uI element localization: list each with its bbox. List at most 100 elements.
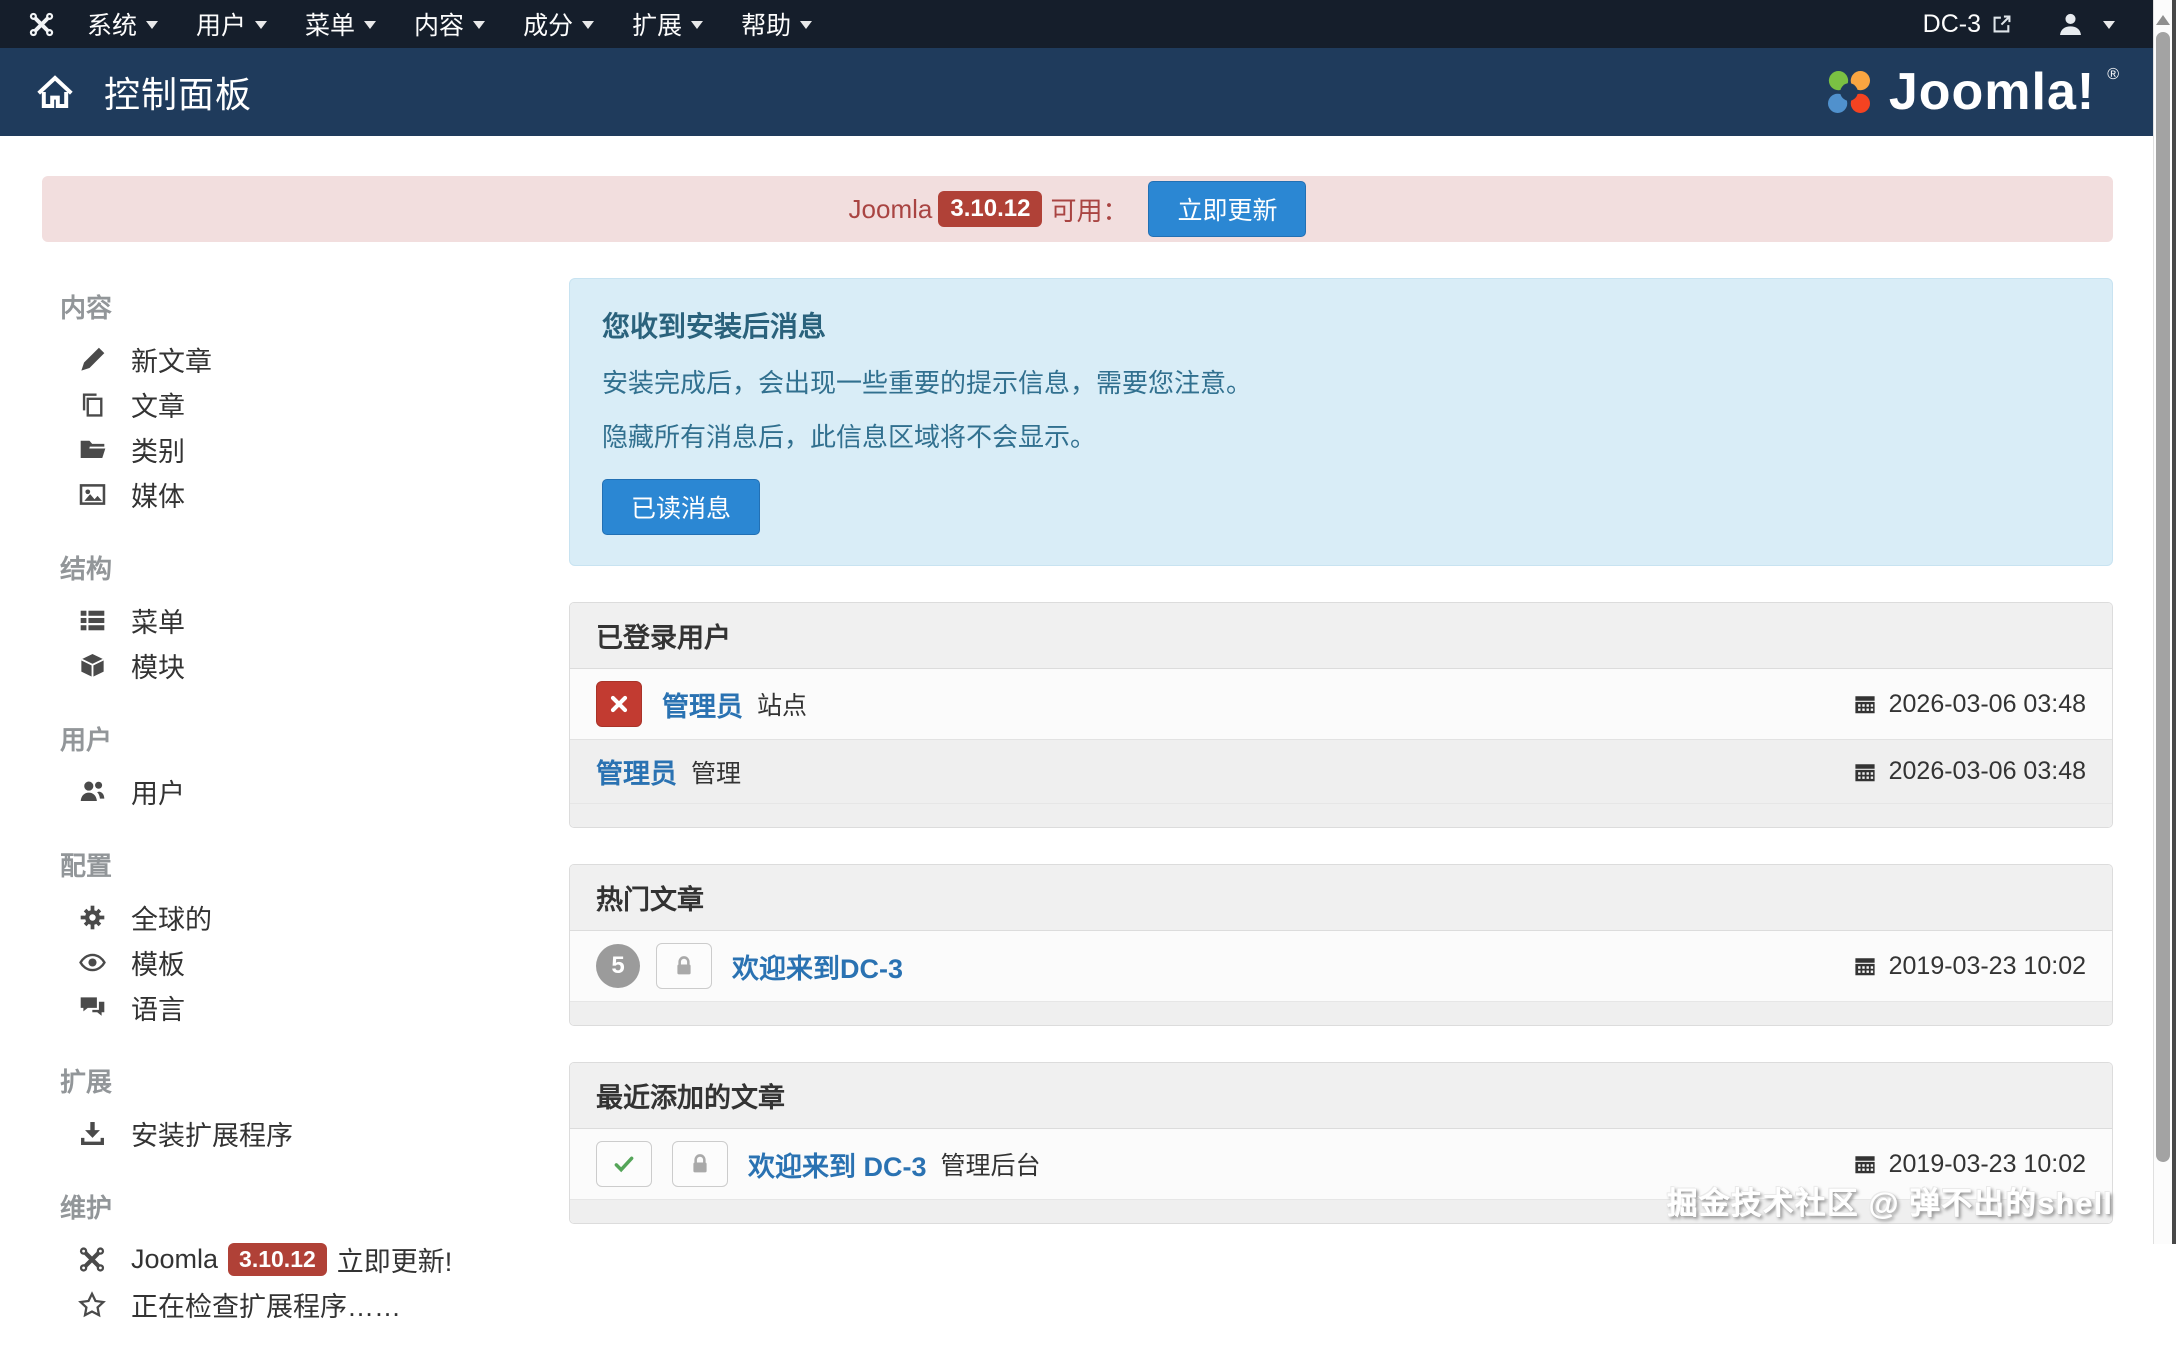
sidebar-item-global[interactable]: 全球的 [42, 895, 569, 940]
login-scope: 管理 [691, 754, 741, 790]
menu-menus-label: 菜单 [305, 6, 355, 42]
sidebar-item-label: 全球的 [131, 898, 212, 937]
checked-out-button[interactable] [672, 1141, 728, 1187]
section-title: 内容 [42, 284, 569, 337]
sidebar-item-menus[interactable]: 菜单 [42, 598, 569, 643]
sidebar-item-templates[interactable]: 模板 [42, 940, 569, 985]
section-title: 配置 [42, 842, 569, 895]
logout-user-button[interactable] [596, 681, 642, 727]
sidebar-item-label: 正在检查扩展程序…… [131, 1285, 401, 1324]
chevron-down-icon [691, 21, 703, 35]
scrollbar[interactable] [2153, 0, 2176, 1244]
user-link[interactable]: 管理员 [662, 685, 743, 724]
joomla-brand: Joomla! ® [1821, 64, 2119, 120]
sidebar-item-label: 模板 [131, 943, 185, 982]
sidebar-section-extensions: 扩展 安装扩展程序 [42, 1058, 569, 1156]
sidebar-item-modules[interactable]: 模块 [42, 643, 569, 688]
checked-out-button[interactable] [656, 943, 712, 989]
menu-menus[interactable]: 菜单 [293, 0, 388, 48]
menubar-right: DC-3 [1923, 10, 2125, 39]
sidebar-item-label: 新文章 [131, 340, 212, 379]
scroll-up-arrow-icon[interactable] [2156, 8, 2170, 25]
date-text: 2019-03-23 10:02 [1889, 952, 2086, 981]
menu-components[interactable]: 成分 [511, 0, 606, 48]
chevron-down-icon [473, 21, 485, 35]
sidebar-item-label: 媒体 [131, 475, 185, 514]
sidebar-item-categories[interactable]: 类别 [42, 427, 569, 472]
sidebar-item-media[interactable]: 媒体 [42, 472, 569, 517]
sidebar-item-new-article[interactable]: 新文章 [42, 337, 569, 382]
sidebar: 内容 新文章 文章 类别 媒体 结构 [42, 278, 569, 1355]
menu-users[interactable]: 用户 [184, 0, 279, 48]
home-icon [34, 71, 76, 113]
user-icon [2057, 11, 2084, 38]
table-row: 管理员 站点 2026-03-06 03:48 [570, 669, 2112, 739]
menu-users-label: 用户 [196, 6, 246, 42]
hits-badge: 5 [596, 944, 640, 988]
update-alert: Joomla 3.10.12 可用： 立即更新 [42, 176, 2113, 242]
article-link[interactable]: 欢迎来到 DC-3 [748, 1145, 927, 1184]
menu-system[interactable]: 系统 [75, 0, 170, 48]
article-date: 2019-03-23 10:02 [1853, 1150, 2086, 1179]
sidebar-item-label: 立即更新! [337, 1240, 453, 1279]
joomla-color-logo-icon [1821, 64, 1877, 120]
menu-extensions[interactable]: 扩展 [620, 0, 715, 48]
sidebar-item-checking-extensions[interactable]: 正在检查扩展程序…… [42, 1282, 569, 1327]
login-date: 2026-03-06 03:48 [1853, 690, 2086, 719]
chevron-down-icon [255, 21, 267, 35]
gear-icon [78, 904, 106, 931]
menu-help[interactable]: 帮助 [729, 0, 824, 48]
popular-articles-panel: 热门文章 5 欢迎来到DC-3 2019-03-23 10:02 [569, 864, 2113, 1026]
users-icon [78, 778, 106, 805]
sidebar-item-articles[interactable]: 文章 [42, 382, 569, 427]
sidebar-item-label: 用户 [131, 772, 185, 811]
menu-content[interactable]: 内容 [402, 0, 497, 48]
panel-footer-strip [570, 1001, 2112, 1025]
watermark: 掘金技术社区 @ 弹不出的shell [1667, 1178, 2113, 1223]
user-link[interactable]: 管理员 [596, 752, 677, 791]
joomla-admin-page: 系统 用户 菜单 内容 成分 扩展 帮助 DC-3 控制面板 Joomla! ® [0, 0, 2153, 1244]
close-icon [608, 693, 630, 715]
version-badge: 3.10.12 [228, 1243, 327, 1276]
user-menu[interactable] [2057, 11, 2115, 38]
date-text: 2019-03-23 10:02 [1889, 1150, 2086, 1179]
sidebar-item-label: Joomla [131, 1244, 218, 1275]
section-title: 结构 [42, 545, 569, 598]
update-alert-product: Joomla [849, 194, 933, 225]
panel-title: 已登录用户 [570, 603, 2112, 669]
scrollbar-thumb[interactable] [2156, 32, 2170, 1162]
panel-footer-strip [570, 803, 2112, 827]
article-date: 2019-03-23 10:02 [1853, 952, 2086, 981]
calendar-icon [1853, 1152, 1877, 1176]
chevron-down-icon [2103, 21, 2115, 35]
folder-icon [78, 436, 106, 463]
login-date: 2026-03-06 03:48 [1853, 757, 2086, 786]
sidebar-section-structure: 结构 菜单 模块 [42, 545, 569, 688]
view-site-link[interactable]: DC-3 [1923, 10, 2013, 39]
chevron-down-icon [582, 21, 594, 35]
sidebar-item-label: 菜单 [131, 601, 185, 640]
sidebar-item-language[interactable]: 语言 [42, 985, 569, 1030]
logged-in-users-panel: 已登录用户 管理员 站点 2026-03-06 03:48 管理员 管理 [569, 602, 2113, 828]
sidebar-item-install-extensions[interactable]: 安装扩展程序 [42, 1111, 569, 1156]
sidebar-item-users[interactable]: 用户 [42, 769, 569, 814]
article-link[interactable]: 欢迎来到DC-3 [732, 947, 903, 986]
lock-icon [688, 1152, 712, 1176]
menu-components-label: 成分 [523, 6, 573, 42]
published-button[interactable] [596, 1141, 652, 1187]
menu-extensions-label: 扩展 [632, 6, 682, 42]
section-title: 用户 [42, 716, 569, 769]
sidebar-section-configuration: 配置 全球的 模板 语言 [42, 842, 569, 1030]
postinstall-line2: 隐藏所有消息后，此信息区域将不会显示。 [602, 421, 2080, 453]
sidebar-section-maintenance: 维护 Joomla 3.10.12 立即更新! 正在检查扩展程序…… [42, 1184, 569, 1327]
date-text: 2026-03-06 03:48 [1889, 690, 2086, 719]
image-icon [78, 481, 106, 508]
update-now-button[interactable]: 立即更新 [1148, 181, 1306, 237]
chevron-down-icon [800, 21, 812, 35]
section-title: 维护 [42, 1184, 569, 1237]
login-scope: 站点 [757, 686, 807, 722]
sidebar-section-content: 内容 新文章 文章 类别 媒体 [42, 284, 569, 517]
read-messages-button[interactable]: 已读消息 [602, 479, 760, 535]
postinstall-line1: 安装完成后，会出现一些重要的提示信息，需要您注意。 [602, 367, 2080, 399]
page-header: 控制面板 Joomla! ® [0, 48, 2153, 136]
